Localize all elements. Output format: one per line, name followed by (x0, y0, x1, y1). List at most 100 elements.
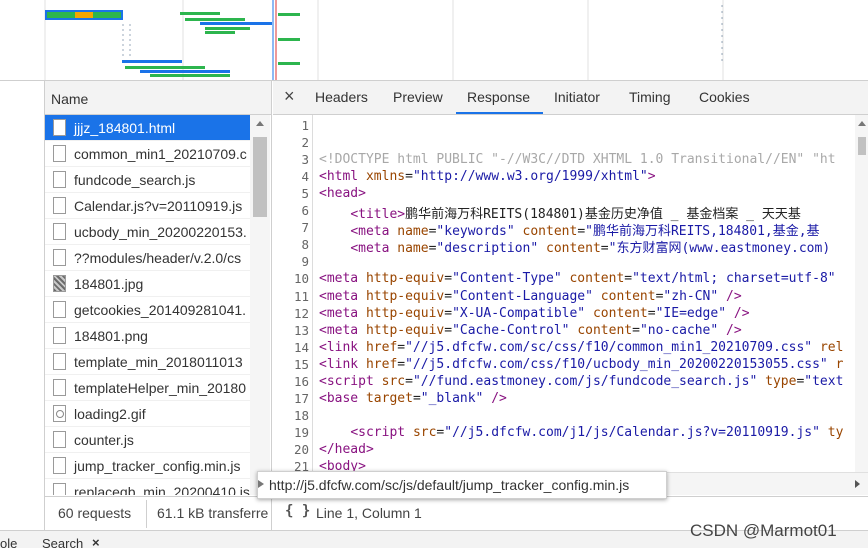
request-row[interactable]: common_min1_20210709.c (45, 141, 250, 167)
request-name: template_min_2018011013 (74, 354, 243, 370)
code-line[interactable]: <meta http-equiv="Content-Language" cont… (319, 289, 742, 304)
network-summary-bar: 60 requests 61.1 kB transferre (45, 496, 272, 530)
waterfall-bar (278, 13, 300, 16)
document-icon (53, 405, 66, 422)
tab-headers[interactable]: Headers (315, 89, 368, 105)
pretty-print-icon[interactable]: { } (285, 503, 310, 519)
request-name: jump_tracker_config.min.js (74, 458, 241, 474)
line-number: 17 (293, 390, 309, 406)
waterfall-bar (200, 22, 272, 25)
document-icon (53, 457, 66, 474)
line-number: 18 (293, 407, 309, 423)
request-row[interactable]: template_min_2018011013 (45, 349, 250, 375)
request-row[interactable]: 184801.png (45, 323, 250, 349)
code-line[interactable]: <link href="//j5.dfcfw.com/sc/css/f10/co… (319, 340, 843, 355)
waterfall-bar (278, 62, 300, 65)
tooltip-text: http://j5.dfcfw.com/sc/js/default/jump_t… (269, 477, 630, 493)
tab-cookies[interactable]: Cookies (699, 89, 750, 105)
request-row[interactable]: templateHelper_min_20180 (45, 375, 250, 401)
code-line[interactable]: <base target="_blank" /> (319, 391, 507, 406)
line-number: 12 (293, 305, 309, 321)
close-icon[interactable]: × (92, 535, 100, 548)
name-column-header[interactable]: Name (45, 81, 272, 115)
watermark: CSDN @Marmot01 (690, 521, 837, 540)
response-viewer[interactable]: 1 2 3 4 5 6 7 8 9 10 11 12 13 14 15 16 17 18 19 20 21 <!DOCT… (273, 115, 868, 472)
request-row[interactable]: fundcode_search.js (45, 167, 250, 193)
tooltip-arrow-icon (258, 480, 264, 488)
request-list-scrollbar[interactable] (250, 115, 270, 495)
code-line[interactable]: <meta http-equiv="Cache-Control" content… (319, 323, 742, 338)
tab-initiator[interactable]: Initiator (554, 89, 600, 105)
request-row[interactable]: getcookies_201409281041. (45, 297, 250, 323)
request-row[interactable]: jump_tracker_config.min.js (45, 453, 250, 479)
scroll-up-icon[interactable] (256, 121, 264, 126)
request-row[interactable]: Calendar.js?v=20110919.js (45, 193, 250, 219)
line-number: 16 (293, 373, 309, 389)
waterfall-bar (205, 27, 250, 30)
line-number: 9 (301, 254, 309, 270)
document-icon (53, 301, 66, 318)
line-number: 20 (293, 441, 309, 457)
request-row[interactable]: loading2.gif (45, 401, 250, 427)
image-file-icon (53, 275, 66, 292)
document-icon (53, 431, 66, 448)
request-row[interactable]: counter.js (45, 427, 250, 453)
waterfall-bar (125, 66, 205, 69)
code-line[interactable]: <script src="//fund.eastmoney.com/js/fun… (319, 374, 843, 389)
scroll-right-icon[interactable] (855, 480, 860, 488)
scroll-up-icon[interactable] (858, 121, 866, 126)
request-name: 184801.jpg (74, 276, 144, 292)
document-icon (53, 327, 66, 344)
document-icon (53, 249, 66, 266)
request-name: templateHelper_min_20180 (74, 380, 246, 396)
overview-gutter (0, 0, 45, 80)
code-line[interactable]: <meta http-equiv="Content-Type" content=… (319, 271, 836, 286)
tab-console[interactable]: ole (0, 536, 17, 548)
code-line[interactable]: <head> (319, 186, 366, 201)
status-divider (146, 500, 147, 528)
close-icon[interactable]: × (284, 86, 295, 107)
tab-preview[interactable]: Preview (393, 89, 443, 105)
network-overview[interactable] (0, 0, 868, 81)
request-row[interactable]: jjjz_184801.html (45, 115, 250, 141)
request-row[interactable]: ucbody_min_20200220153. (45, 219, 250, 245)
tab-timing[interactable]: Timing (629, 89, 671, 105)
scroll-thumb[interactable] (253, 137, 267, 217)
scroll-thumb[interactable] (858, 137, 866, 155)
request-name: Calendar.js?v=20110919.js (74, 198, 243, 214)
request-list[interactable]: jjjz_184801.html common_min1_20210709.c fu… (45, 115, 272, 495)
waterfall-bar (185, 18, 245, 21)
line-number: 11 (293, 288, 309, 304)
request-name: loading2.gif (74, 406, 146, 422)
code-line[interactable]: <link href="//j5.dfcfw.com/css/f10/ucbod… (319, 357, 843, 372)
request-name: counter.js (74, 432, 134, 448)
request-row[interactable]: 184801.jpg (45, 271, 250, 297)
waterfall-bar (93, 12, 121, 18)
request-name: ucbody_min_20200220153. (74, 224, 247, 240)
request-row[interactable]: replaceqb_min_20200410.js (45, 479, 250, 495)
response-vertical-scrollbar[interactable] (855, 115, 868, 472)
document-icon (53, 171, 66, 188)
code-line[interactable]: </head> (319, 442, 374, 457)
request-row[interactable]: ??modules/header/v.2.0/cs (45, 245, 250, 271)
code-line[interactable]: <!DOCTYPE html PUBLIC "-//W3C//DTD XHTML… (319, 152, 836, 167)
line-number: 1 (301, 118, 309, 133)
document-icon (53, 483, 66, 495)
line-number: 5 (301, 186, 309, 202)
code-line[interactable]: <meta http-equiv="X-UA-Compatible" conte… (319, 306, 750, 321)
code-line[interactable]: <script src="//j5.dfcfw.com/j1/js/Calend… (319, 425, 843, 440)
line-number: 6 (301, 203, 309, 219)
document-icon (53, 223, 66, 240)
active-tab-indicator (456, 112, 543, 114)
tab-response[interactable]: Response (467, 89, 530, 105)
waterfall-bar (205, 31, 235, 34)
request-name: getcookies_201409281041. (74, 302, 247, 318)
cursor-position: Line 1, Column 1 (316, 505, 422, 521)
code-line[interactable]: <meta name="description" content="东方财富网(… (319, 237, 830, 256)
waterfall-bar (47, 12, 75, 18)
document-icon (53, 119, 66, 136)
code-line[interactable]: <html xmlns="http://www.w3.org/1999/xhtm… (319, 169, 656, 184)
line-number: 7 (301, 220, 309, 236)
line-number: 10 (293, 271, 309, 287)
tab-search[interactable]: Search (42, 536, 83, 548)
